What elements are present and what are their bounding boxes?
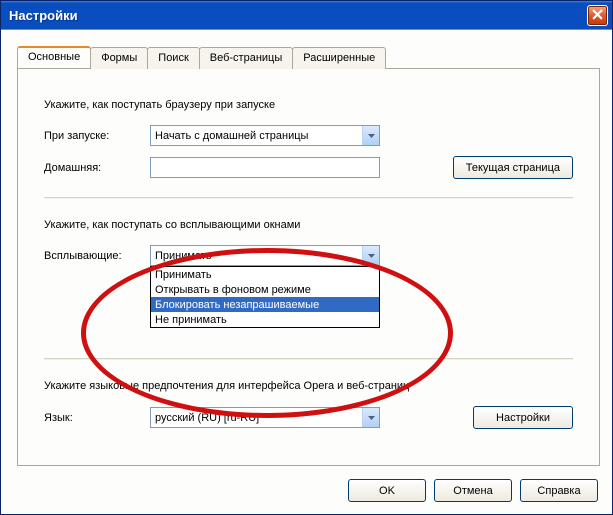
tabs: Основные Формы Поиск Веб-страницы Расшир…	[17, 46, 386, 68]
homepage-row: Домашняя: Текущая страница	[44, 156, 573, 179]
popups-row: Всплывающие: Принимать Принимать Открыва…	[44, 245, 573, 266]
language-row: Язык: русский (RU) [ru-RU] Настройки	[44, 406, 573, 429]
tab-forms[interactable]: Формы	[90, 47, 148, 69]
homepage-label: Домашняя:	[44, 162, 150, 174]
onstart-value: Начать с домашней страницы	[155, 130, 362, 142]
divider	[44, 197, 573, 199]
ok-button[interactable]: OK	[348, 479, 426, 502]
help-button[interactable]: Справка	[520, 479, 598, 502]
popups-section-label: Укажите, как поступать со всплывающими о…	[44, 219, 573, 231]
divider	[44, 358, 573, 360]
tab-webpages[interactable]: Веб-страницы	[199, 47, 294, 69]
chevron-down-icon	[362, 126, 379, 145]
dialog-buttons: OK Отмена Справка	[348, 479, 598, 502]
startup-section-label: Укажите, как поступать браузеру при запу…	[44, 99, 573, 111]
language-combo[interactable]: русский (RU) [ru-RU]	[150, 407, 380, 428]
current-page-button[interactable]: Текущая страница	[453, 156, 573, 179]
language-settings-button[interactable]: Настройки	[473, 406, 573, 429]
popups-dropdown[interactable]: Принимать Открывать в фоновом режиме Бло…	[150, 266, 380, 328]
popup-option[interactable]: Не принимать	[151, 312, 379, 327]
language-value: русский (RU) [ru-RU]	[155, 412, 362, 424]
chevron-down-icon	[362, 246, 379, 265]
tab-search[interactable]: Поиск	[147, 47, 199, 69]
popup-option[interactable]: Блокировать незапрашиваемые	[151, 297, 379, 312]
language-label: Язык:	[44, 412, 150, 424]
onstart-row: При запуске: Начать с домашней страницы	[44, 125, 573, 146]
popup-option[interactable]: Принимать	[151, 267, 379, 282]
popups-value: Принимать	[155, 250, 362, 262]
tab-panel: Укажите, как поступать браузеру при запу…	[17, 68, 600, 466]
chevron-down-icon	[362, 408, 379, 427]
popups-combo[interactable]: Принимать	[150, 245, 380, 266]
onstart-combo[interactable]: Начать с домашней страницы	[150, 125, 380, 146]
window-title: Настройки	[9, 8, 587, 23]
tab-main[interactable]: Основные	[17, 46, 91, 68]
close-icon	[592, 8, 603, 23]
language-section-label: Укажите языковые предпочтения для интерф…	[44, 380, 573, 392]
cancel-button[interactable]: Отмена	[434, 479, 512, 502]
settings-window: Настройки Основные Формы Поиск Веб-стран…	[0, 0, 613, 515]
titlebar[interactable]: Настройки	[1, 1, 612, 29]
homepage-input[interactable]	[150, 157, 380, 178]
onstart-label: При запуске:	[44, 130, 150, 142]
popup-option[interactable]: Открывать в фоновом режиме	[151, 282, 379, 297]
tab-advanced[interactable]: Расширенные	[292, 47, 386, 69]
popups-label: Всплывающие:	[44, 250, 150, 262]
client-area: Основные Формы Поиск Веб-страницы Расшир…	[1, 29, 612, 514]
close-button[interactable]	[587, 5, 608, 26]
